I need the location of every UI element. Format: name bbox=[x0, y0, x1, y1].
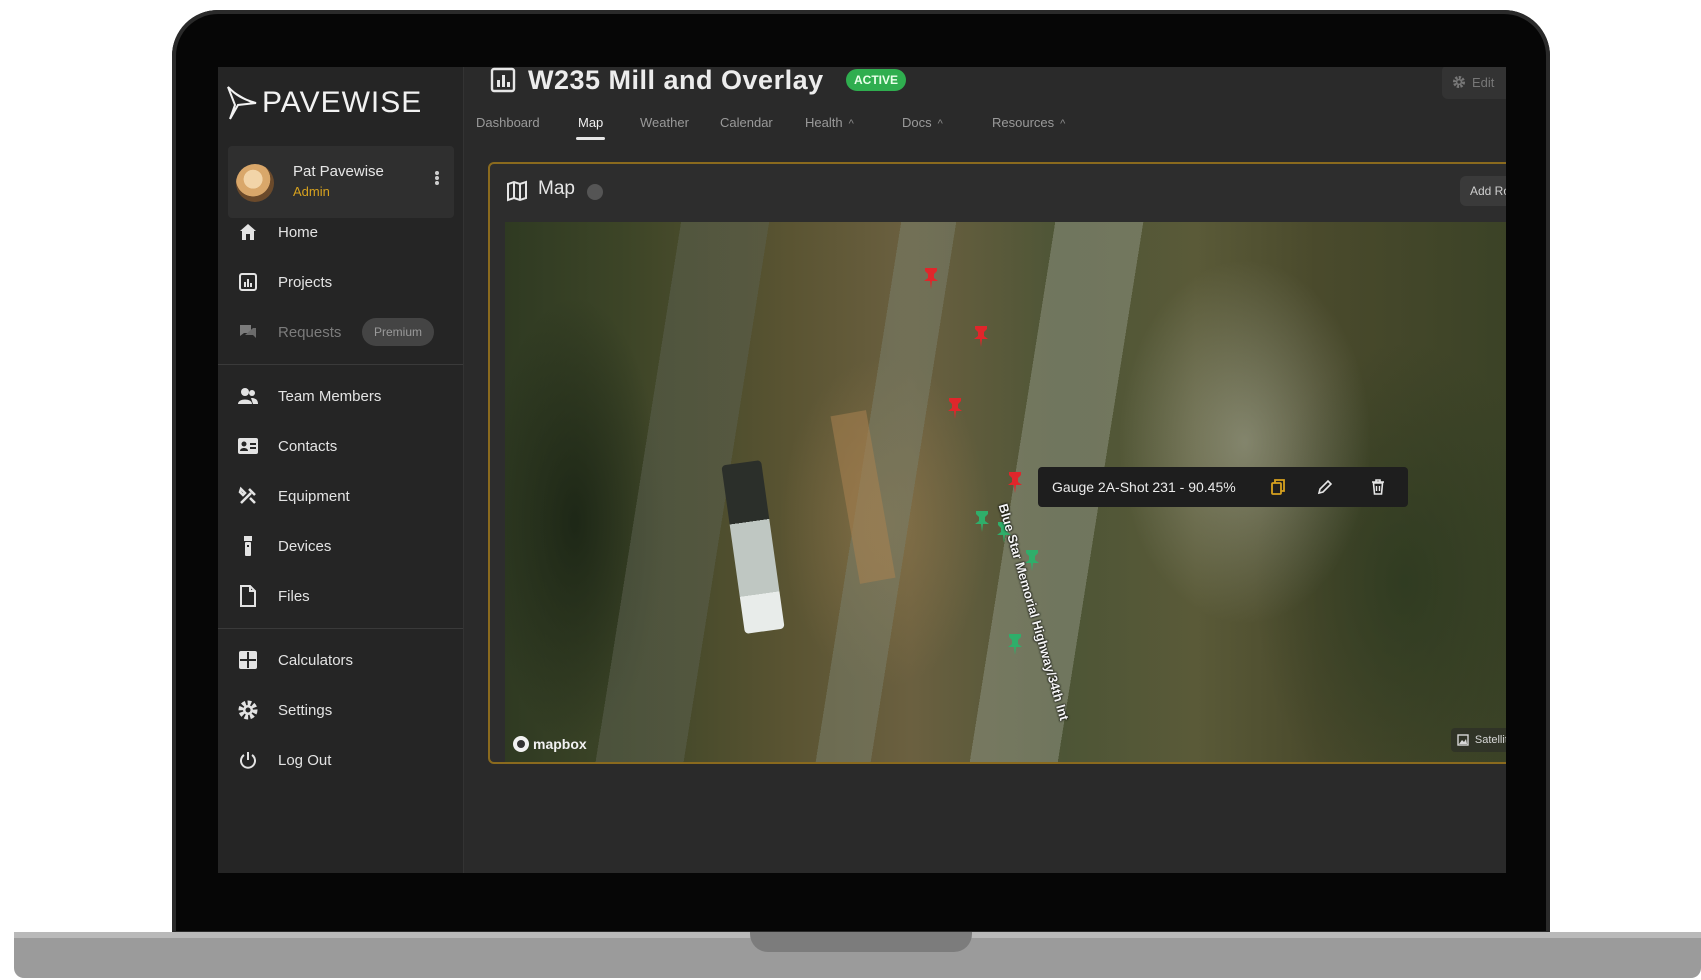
map-panel: Map Add Ro Blue Star Memorial Highway/34… bbox=[488, 162, 1506, 764]
sidebar-item-contacts[interactable]: Contacts bbox=[218, 426, 463, 466]
tab-resources[interactable]: Resources ^ bbox=[992, 115, 1065, 130]
truck-image bbox=[721, 460, 785, 634]
chevron-up-icon: ^ bbox=[848, 118, 854, 130]
main-content: W235 Mill and Overlay ACTIVE Edit Dashbo… bbox=[464, 67, 1506, 873]
sidebar-item-calculators[interactable]: Calculators bbox=[218, 640, 463, 680]
equipment-icon bbox=[236, 484, 260, 508]
gauge-pin-pass[interactable] bbox=[973, 509, 991, 533]
gauge-pin-fail[interactable] bbox=[946, 396, 964, 420]
contacts-icon bbox=[236, 434, 260, 458]
tab-active-indicator bbox=[576, 137, 606, 140]
tab-docs[interactable]: Docs ^ bbox=[902, 115, 943, 130]
add-road-button[interactable]: Add Ro bbox=[1460, 176, 1506, 206]
sidebar-item-label: Settings bbox=[278, 701, 333, 719]
sidebar-item-label: Contacts bbox=[278, 437, 338, 455]
projects-icon bbox=[236, 270, 260, 294]
chevron-up-icon: ^ bbox=[937, 118, 943, 130]
power-icon bbox=[236, 748, 260, 772]
edit-icon[interactable] bbox=[1315, 477, 1335, 497]
mapbox-logo-icon bbox=[513, 736, 529, 752]
tab-calendar[interactable]: Calendar bbox=[720, 115, 773, 130]
gauge-pin-fail[interactable] bbox=[972, 324, 990, 348]
pavewise-logo-icon bbox=[227, 86, 257, 120]
requests-icon bbox=[236, 320, 260, 344]
team-icon bbox=[236, 384, 260, 408]
sidebar-item-label: Requests bbox=[278, 323, 342, 341]
sidebar-divider bbox=[218, 364, 463, 365]
sidebar-item-projects[interactable]: Projects bbox=[218, 262, 463, 302]
gear-icon bbox=[236, 698, 260, 722]
tab-dashboard[interactable]: Dashboard bbox=[476, 115, 540, 130]
map-icon bbox=[507, 180, 527, 202]
sidebar-item-home[interactable]: Home bbox=[218, 212, 463, 252]
trash-icon[interactable] bbox=[1368, 477, 1388, 497]
image-icon bbox=[1457, 734, 1469, 746]
map-canvas[interactable]: Blue Star Memorial Highway/34th Int Gaug… bbox=[505, 222, 1506, 762]
tab-weather[interactable]: Weather bbox=[640, 115, 689, 130]
sidebar-item-label: Calculators bbox=[278, 651, 354, 669]
chart-icon bbox=[490, 67, 516, 93]
sidebar-item-files[interactable]: Files bbox=[218, 576, 463, 616]
device-icon bbox=[236, 534, 260, 558]
app-screen: PAVEWISE Pat Pavewise Admin Home Project… bbox=[218, 67, 1506, 873]
sidebar-item-devices[interactable]: Devices bbox=[218, 526, 463, 566]
sidebar-item-team-members[interactable]: Team Members bbox=[218, 376, 463, 416]
premium-badge: Premium bbox=[362, 318, 435, 346]
chevron-up-icon: ^ bbox=[1060, 118, 1066, 130]
status-badge: ACTIVE bbox=[846, 69, 907, 91]
sidebar-item-label: Files bbox=[278, 587, 310, 605]
tab-map[interactable]: Map bbox=[576, 115, 606, 140]
sidebar-item-settings[interactable]: Settings bbox=[218, 690, 463, 730]
sidebar-item-label: Equipment bbox=[278, 487, 350, 505]
sidebar-item-label: Devices bbox=[278, 537, 332, 555]
info-icon[interactable] bbox=[587, 184, 603, 200]
mapbox-attribution[interactable]: mapbox bbox=[513, 736, 587, 752]
sidebar-item-label: Team Members bbox=[278, 387, 382, 405]
layer-toggle-label: Satellite bbox=[1474, 734, 1506, 746]
page-title: W235 Mill and Overlay bbox=[528, 67, 824, 95]
calculator-icon bbox=[236, 648, 260, 672]
gauge-popup: Gauge 2A-Shot 231 - 90.45% bbox=[1038, 467, 1408, 507]
sidebar-item-label: Projects bbox=[278, 273, 333, 291]
edit-button-label: Edit bbox=[1472, 74, 1495, 90]
sidebar-item-requests[interactable]: Requests Premium bbox=[218, 312, 463, 352]
sidebar-item-equipment[interactable]: Equipment bbox=[218, 476, 463, 516]
sidebar-divider bbox=[218, 628, 463, 629]
user-profile-card[interactable]: Pat Pavewise Admin bbox=[228, 146, 454, 218]
sidebar-item-log-out[interactable]: Log Out bbox=[218, 740, 463, 780]
more-vertical-icon[interactable] bbox=[434, 170, 440, 188]
gauge-pin-fail[interactable] bbox=[922, 266, 940, 290]
gauge-popup-text: Gauge 2A-Shot 231 - 90.45% bbox=[1052, 479, 1236, 495]
user-role: Admin bbox=[293, 184, 330, 199]
tab-health[interactable]: Health ^ bbox=[805, 115, 854, 130]
edit-button[interactable]: Edit bbox=[1442, 67, 1506, 99]
map-title: Map bbox=[538, 178, 575, 199]
brand-name: PAVEWISE bbox=[262, 86, 423, 119]
file-icon bbox=[236, 584, 260, 608]
avatar bbox=[236, 164, 274, 202]
mapbox-label: mapbox bbox=[533, 736, 587, 752]
gauge-pin-pass[interactable] bbox=[1006, 632, 1024, 656]
brand-logo[interactable]: PAVEWISE bbox=[226, 83, 422, 123]
user-name: Pat Pavewise bbox=[293, 163, 384, 180]
laptop-notch bbox=[750, 932, 972, 952]
sidebar-item-label: Home bbox=[278, 223, 319, 241]
layer-toggle-button[interactable]: Satellite bbox=[1450, 728, 1506, 752]
home-icon bbox=[236, 220, 260, 244]
road-label: Blue Star Memorial Highway/34th Int bbox=[995, 502, 1072, 723]
sidebar-item-label: Log Out bbox=[278, 751, 332, 769]
gauge-pin-fail-selected[interactable] bbox=[1006, 470, 1024, 494]
sidebar: PAVEWISE Pat Pavewise Admin Home Project… bbox=[218, 67, 464, 873]
copy-icon[interactable] bbox=[1268, 477, 1288, 497]
gear-icon bbox=[1452, 75, 1466, 89]
dirt-patch bbox=[830, 410, 896, 584]
